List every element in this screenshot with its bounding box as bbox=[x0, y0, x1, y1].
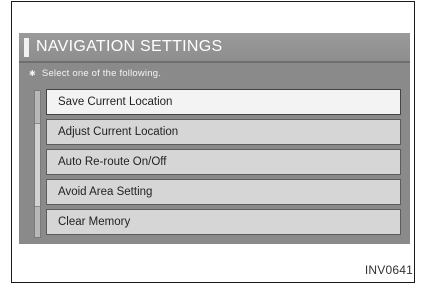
settings-menu: Save Current Location Adjust Current Loc… bbox=[46, 89, 401, 239]
save-current-location-button[interactable]: Save Current Location bbox=[46, 89, 401, 115]
screen-title: NAVIGATION SETTINGS bbox=[36, 38, 223, 55]
figure-code: INV0641 bbox=[364, 263, 413, 277]
avoid-area-setting-button[interactable]: Avoid Area Setting bbox=[46, 179, 401, 205]
auto-reroute-toggle-button[interactable]: Auto Re-route On/Off bbox=[46, 149, 401, 175]
adjust-current-location-button[interactable]: Adjust Current Location bbox=[46, 119, 401, 145]
bullet-icon: ✱ bbox=[29, 69, 36, 78]
navigation-settings-screen: NAVIGATION SETTINGS ✱ Select one of the f… bbox=[19, 33, 410, 244]
scroll-thumb[interactable] bbox=[35, 123, 40, 207]
scrollbar[interactable] bbox=[34, 90, 41, 238]
title-bar: NAVIGATION SETTINGS bbox=[19, 33, 410, 63]
clear-memory-button[interactable]: Clear Memory bbox=[46, 209, 401, 235]
instruction-text: ✱ Select one of the following. bbox=[29, 68, 161, 79]
instruction-label: Select one of the following. bbox=[41, 68, 162, 79]
title-accent-bar bbox=[24, 38, 29, 57]
